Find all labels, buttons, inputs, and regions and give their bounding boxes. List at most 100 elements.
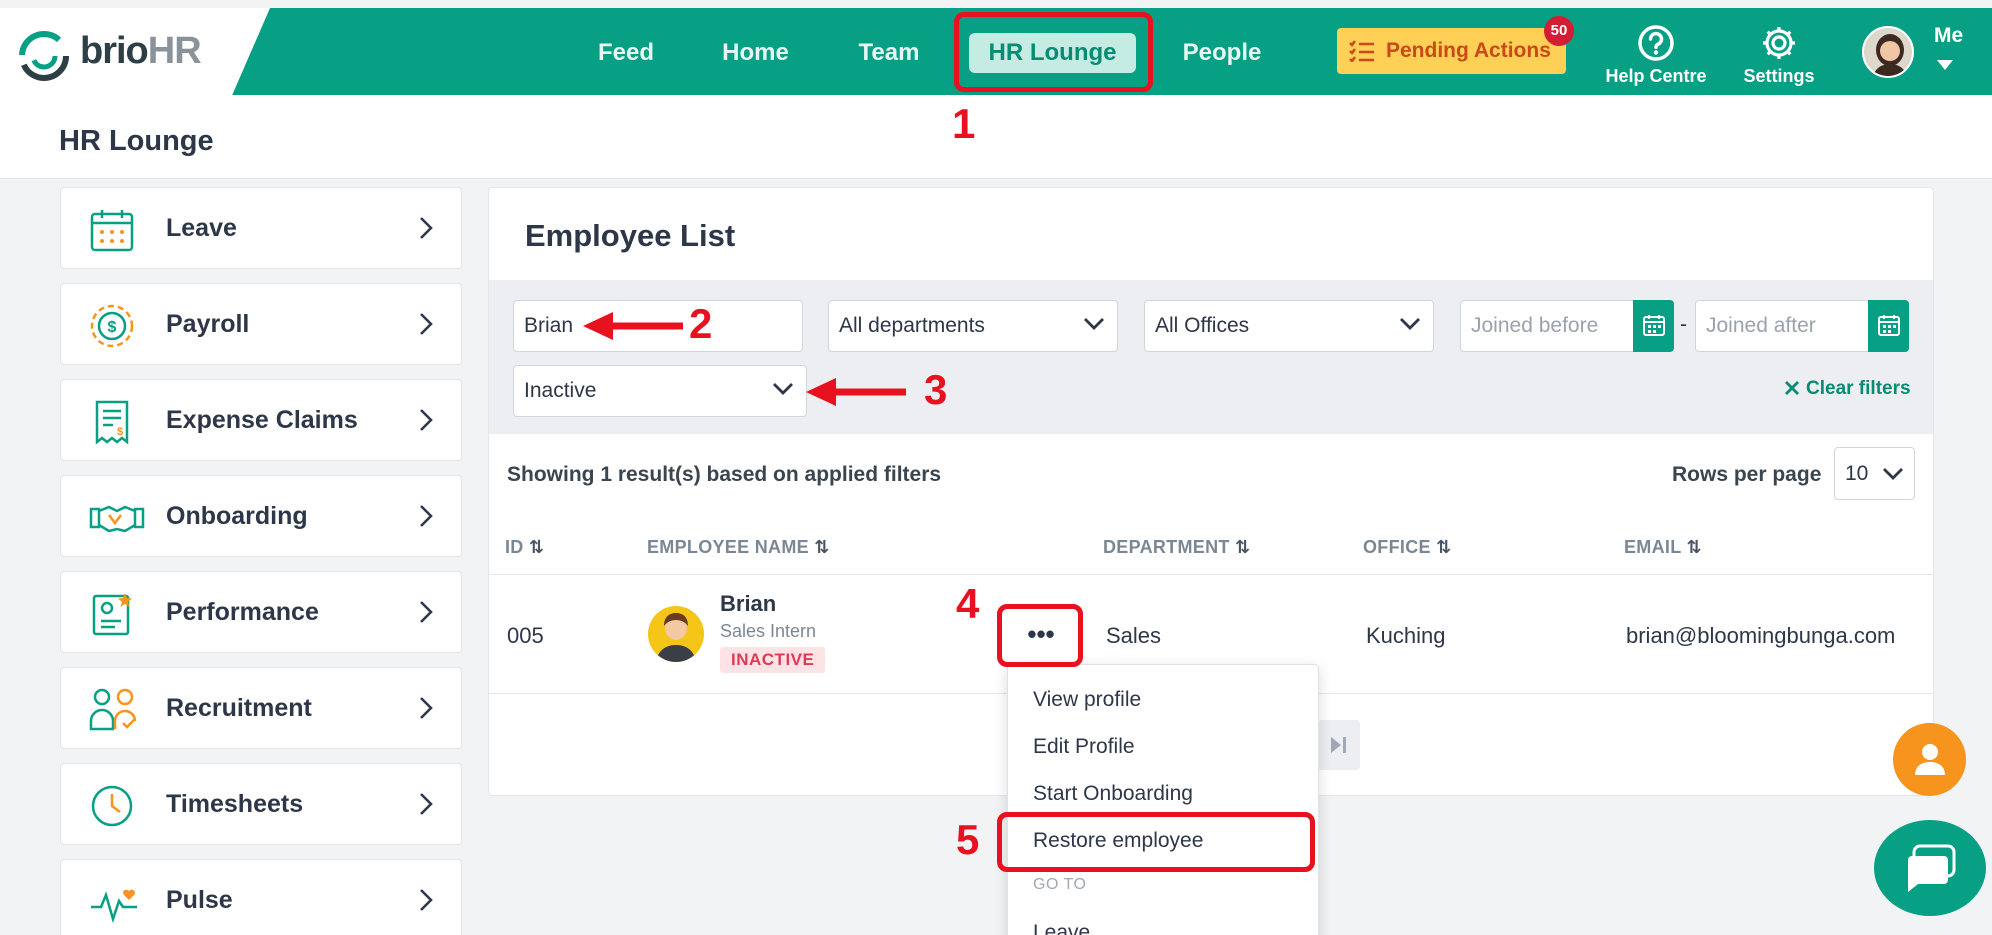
clear-filters-button[interactable]: Clear filters	[1784, 378, 1911, 400]
sidebar-item-timesheets[interactable]: Timesheets	[60, 763, 462, 845]
sort-icon: ⇅	[814, 537, 830, 557]
sidebar-item-onboarding[interactable]: Onboarding	[60, 475, 462, 557]
nav-team[interactable]: Team	[849, 33, 929, 73]
clear-filters-label: Clear filters	[1806, 378, 1911, 399]
annotation-arrow-2	[583, 312, 683, 340]
svg-text:$: $	[108, 319, 117, 336]
column-header-department[interactable]: DEPARTMENT ⇅	[1103, 537, 1250, 558]
sidebar-item-pulse[interactable]: Pulse	[60, 859, 462, 935]
nav-home[interactable]: Home	[711, 33, 800, 73]
employee-name[interactable]: Brian	[720, 591, 776, 617]
department-select[interactable]: All departments	[828, 300, 1118, 352]
dollar-coin-icon: $	[89, 303, 135, 349]
help-centre-button[interactable]: Help Centre	[1600, 16, 1712, 92]
sidebar-item-leave[interactable]: Leave	[60, 187, 462, 269]
column-header-label: DEPARTMENT	[1103, 537, 1230, 557]
annotation-step-1: 1	[952, 100, 976, 147]
rows-per-page-label: Rows per page	[1672, 463, 1822, 486]
annotation-step-2: 2	[689, 300, 713, 347]
sidebar-item-label: Expense Claims	[166, 406, 358, 434]
chat-fab-button[interactable]	[1874, 820, 1986, 916]
annotation-step-3: 3	[924, 366, 948, 413]
chevron-down-icon	[772, 382, 794, 396]
annotation-box-actions	[997, 604, 1083, 667]
settings-button[interactable]: Settings	[1737, 16, 1821, 92]
person-icon	[1893, 723, 1966, 775]
sidebar-item-label: Payroll	[166, 310, 250, 338]
checklist-icon	[1349, 40, 1375, 62]
chevron-right-icon	[419, 696, 433, 720]
menu-item-edit-profile[interactable]: Edit Profile	[1033, 735, 1135, 759]
joined-before-calendar-button[interactable]	[1633, 300, 1674, 352]
nav-people[interactable]: People	[1176, 33, 1268, 73]
last-page-button[interactable]	[1318, 720, 1360, 770]
brand-name-suffix: HR	[147, 30, 202, 72]
chevron-right-icon	[419, 504, 433, 528]
skip-end-icon	[1318, 720, 1360, 754]
chevron-down-icon	[1882, 467, 1904, 481]
department-select-value: All departments	[839, 314, 985, 337]
rows-per-page-value: 10	[1845, 462, 1869, 485]
profile-fab-button[interactable]	[1893, 723, 1966, 796]
pending-actions-label: Pending Actions	[1386, 39, 1551, 62]
chevron-right-icon	[419, 888, 433, 912]
calendar-icon	[89, 207, 135, 253]
me-label[interactable]: Me	[1934, 24, 1963, 48]
settings-label: Settings	[1743, 66, 1815, 86]
menu-item-goto-leave[interactable]: Leave	[1033, 921, 1090, 935]
menu-item-view-profile[interactable]: View profile	[1033, 688, 1141, 712]
close-icon	[1784, 380, 1800, 396]
column-header-office[interactable]: OFFICE ⇅	[1363, 537, 1452, 558]
clock-icon	[89, 783, 135, 829]
search-input-value: Brian	[524, 314, 574, 337]
status-select-value: Inactive	[524, 379, 597, 402]
handshake-icon	[89, 495, 145, 541]
column-header-employee-name[interactable]: EMPLOYEE NAME ⇅	[647, 537, 830, 558]
sidebar-item-payroll[interactable]: $ Payroll	[60, 283, 462, 365]
brio-logo-icon	[18, 30, 70, 82]
sidebar-item-label: Pulse	[166, 886, 233, 914]
annotation-step-5: 5	[956, 816, 980, 863]
date-range-separator: -	[1680, 313, 1687, 336]
pending-actions-button[interactable]: Pending Actions	[1337, 28, 1566, 74]
cell-department: Sales	[1106, 623, 1162, 648]
menu-item-start-onboarding[interactable]: Start Onboarding	[1033, 782, 1193, 806]
column-header-label: EMPLOYEE NAME	[647, 537, 809, 557]
logo-area[interactable]: brioHR	[0, 8, 270, 95]
status-select[interactable]: Inactive	[513, 365, 807, 417]
chevron-down-icon	[1399, 317, 1421, 331]
office-select[interactable]: All Offices	[1144, 300, 1434, 352]
help-centre-label: Help Centre	[1605, 66, 1707, 86]
sidebar-item-label: Leave	[166, 214, 237, 242]
page-header	[0, 95, 1992, 179]
joined-after-placeholder: Joined after	[1706, 314, 1816, 337]
annotation-box-restore	[997, 812, 1315, 872]
annotation-step-4: 4	[956, 580, 980, 627]
performance-icon	[89, 591, 135, 637]
status-badge: INACTIVE	[720, 647, 826, 673]
column-header-email[interactable]: EMAIL ⇅	[1624, 537, 1702, 558]
receipt-icon: $	[89, 399, 135, 445]
employee-avatar[interactable]	[648, 606, 704, 662]
column-header-id[interactable]: ID ⇅	[505, 537, 544, 558]
annotation-box-hr-lounge	[954, 12, 1153, 92]
brand-name: brioHR	[80, 30, 202, 73]
rows-per-page-select[interactable]: 10	[1834, 447, 1915, 500]
office-select-value: All Offices	[1155, 314, 1250, 337]
cell-office: Kuching	[1366, 623, 1446, 648]
sidebar-item-expense-claims[interactable]: $ Expense Claims	[60, 379, 462, 461]
result-summary: Showing 1 result(s) based on applied fil…	[507, 463, 942, 486]
page-title: HR Lounge	[59, 125, 214, 157]
sidebar-item-label: Onboarding	[166, 502, 308, 530]
user-avatar[interactable]	[1862, 26, 1914, 78]
nav-feed[interactable]: Feed	[584, 33, 668, 73]
employee-role: Sales Intern	[720, 621, 817, 641]
annotation-arrow-3	[806, 378, 906, 406]
employee-list-title: Employee List	[525, 218, 736, 253]
sidebar-item-recruitment[interactable]: Recruitment	[60, 667, 462, 749]
chevron-down-icon	[1083, 317, 1105, 331]
joined-after-calendar-button[interactable]	[1868, 300, 1909, 352]
sidebar-item-performance[interactable]: Performance	[60, 571, 462, 653]
caret-down-icon[interactable]	[1937, 60, 1953, 70]
sidebar-item-label: Timesheets	[166, 790, 304, 818]
